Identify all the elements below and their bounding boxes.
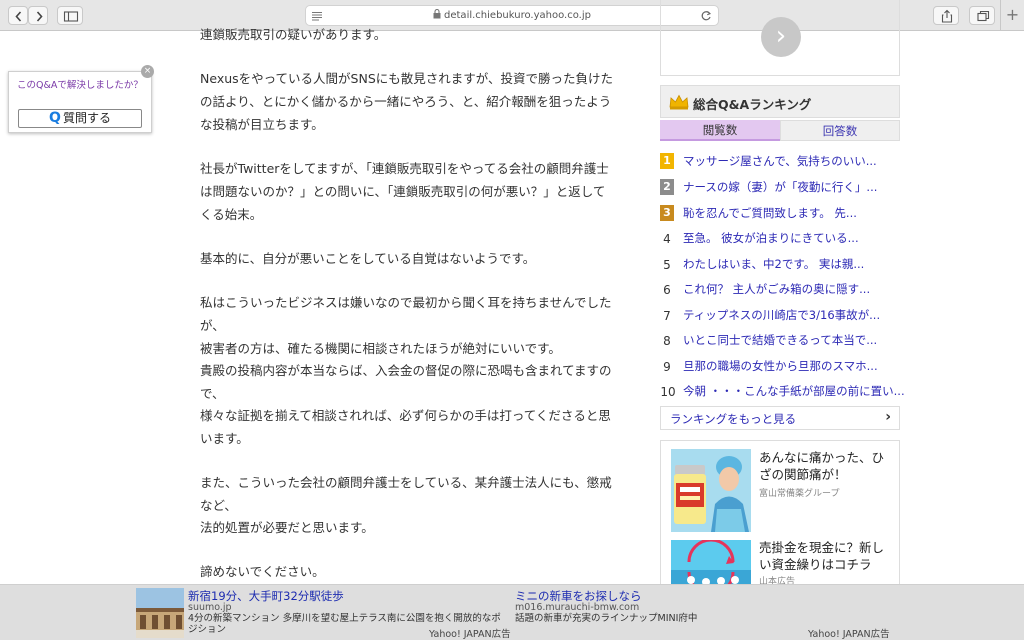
cycle-arrows-illustration <box>671 540 751 585</box>
chevron-right-icon: › <box>775 21 787 51</box>
answer-line: また、こういった会社の顧問弁護士をしている、某弁護士法人にも、懲戒 <box>200 475 612 490</box>
ranking-number: 8 <box>663 334 671 348</box>
answer-line: など、 <box>200 498 237 513</box>
address-bar[interactable]: detail.chiebukuro.yahoo.co.jp <box>305 5 719 26</box>
sidebar-icon <box>63 11 79 22</box>
ranking-item[interactable]: 3 恥を忍んでご質問致します。 先... <box>660 204 900 224</box>
answer-line: 貴殿の投稿内容が本当ならば、入会金の督促の際に恐喝も含まれてますの <box>200 363 612 378</box>
chevron-right-icon <box>36 11 43 22</box>
bottom-ad-credit: Yahoo! JAPAN広告 <box>429 629 511 640</box>
ranking-number: 2 <box>660 179 674 195</box>
answer-line: で、 <box>200 386 225 401</box>
answer-line: な投稿が目立ちます。 <box>200 117 324 132</box>
answer-line: 法的処置が必要だと思います。 <box>200 520 374 535</box>
top-ad-carousel: › <box>660 0 900 76</box>
q-logo-icon: Q <box>49 110 61 126</box>
ranking-number: 10 <box>660 385 676 399</box>
ask-question-button[interactable]: Q 質問する <box>18 109 142 128</box>
bottom-ad-description: 話題の新車が充実のラインナップMINI府中 <box>515 613 698 624</box>
share-icon <box>941 9 953 23</box>
ranking-item[interactable]: 10 今朝 ・・・こんな手紙が部屋の前に置い... <box>660 382 904 402</box>
ranking-link[interactable]: マッサージ屋さんで、気持ちのいい... <box>683 152 877 170</box>
answer-line: 私はこういったビジネスは嫌いなので最初から聞く耳を持ちませんでした <box>200 295 612 310</box>
answer-line: は問題ないのか？」との問いに、「連鎖販売取引の何が悪い？」と返して <box>200 184 606 199</box>
ranking-link[interactable]: これ何？ 主人がごみ箱の奥に隠す... <box>683 280 870 298</box>
apartment-photo <box>136 588 184 638</box>
answer-line: います。 <box>200 431 249 446</box>
ranking-item[interactable]: 6 これ何？ 主人がごみ箱の奥に隠す... <box>660 280 900 300</box>
bottom-ad-domain: suumo.jp <box>188 602 232 613</box>
ranking-item[interactable]: 1 マッサージ屋さんで、気持ちのいい... <box>660 152 900 172</box>
close-icon[interactable]: × <box>141 65 154 78</box>
ranking-number: 7 <box>663 309 671 323</box>
carousel-next-button[interactable]: › <box>761 17 801 57</box>
ranking-number: 4 <box>663 232 671 246</box>
ranking-number: 9 <box>663 360 671 374</box>
answer-line: 被害者の方は、確たる機関に相談されたほうが絶対にいいです。 <box>200 341 561 356</box>
ranking-header: 総合Q&Aランキング <box>660 85 900 118</box>
answer-line: 基本的に、自分が悪いことをしている自覚はないようです。 <box>200 251 536 266</box>
answer-line: 諦めないでください。 <box>200 564 325 579</box>
answer-line: 連鎖販売取引の疑いがあります。 <box>200 27 387 42</box>
ranking-link[interactable]: 今朝 ・・・こんな手紙が部屋の前に置い... <box>683 382 905 400</box>
finance-ad-image[interactable] <box>671 540 751 585</box>
supplement-ad-image[interactable] <box>671 449 751 532</box>
ranking-link[interactable]: わたしはいま、中2です。 実は親... <box>683 255 864 273</box>
ranking-item[interactable]: 7 ティップネスの川崎店で3/16事故が... <box>660 306 900 326</box>
share-button[interactable] <box>933 6 959 25</box>
ranking-item[interactable]: 8 いとこ同士で結婚できるって本当で... <box>660 331 900 351</box>
ranking-item[interactable]: 4 至急。 彼女が泊まりにきている... <box>660 229 900 249</box>
lock-icon <box>433 8 441 19</box>
sidebar-button[interactable] <box>57 6 83 25</box>
ranking-item[interactable]: 2 ナースの嫁（妻）が「夜勤に行く」... <box>660 178 900 198</box>
back-button[interactable] <box>8 6 28 25</box>
side-ad-title[interactable]: 売掛金を現金に？新しい資金繰りはコチラ <box>759 539 894 573</box>
url-row: detail.chiebukuro.yahoo.co.jp <box>306 8 718 21</box>
answer-line: Nexusをやっている人間がSNSにも散見されますが、投資で勝った負けた <box>200 71 613 86</box>
plus-icon: + <box>1005 5 1020 24</box>
crown-icon <box>669 94 689 110</box>
ranking-item[interactable]: 9 旦那の職場の女性から旦那のスマホ... <box>660 357 900 377</box>
side-ad-sponsor: 富山常備薬グループ <box>759 489 840 499</box>
ranking-more-label: ランキングをもっと見る <box>670 412 797 426</box>
apartment-ad-image[interactable] <box>136 588 184 638</box>
side-ad-box: あんなに痛かった、ひざの関節痛が！ 富山常備薬グループ 売掛金を現金に？新しい資… <box>660 440 900 585</box>
answer-line: 様々な証拠を揃えて相談されれば、必ず何らかの手は打ってくださると思 <box>200 408 611 423</box>
ranking-number: 6 <box>663 283 671 297</box>
bottom-ad-credit: Yahoo! JAPAN広告 <box>808 629 890 640</box>
url-text: detail.chiebukuro.yahoo.co.jp <box>444 10 591 21</box>
answer-line: 社長がTwitterをしてますが、「連鎖販売取引をやってる会社の顧問弁護士 <box>200 161 609 176</box>
qa-solved-widget: このQ&Aで解決しましたか？ Q 質問する <box>8 71 152 133</box>
ranking-more-link[interactable]: ランキングをもっと見る › <box>660 406 900 430</box>
chevron-left-icon <box>15 11 22 22</box>
answer-line: の話より、とにかく儲かるから一緒にやろう、と、紹介報酬を狙ったよう <box>200 94 612 109</box>
ranking-title: 総合Q&Aランキング <box>693 97 812 112</box>
qa-solved-question: このQ&Aで解決しましたか？ <box>17 80 143 91</box>
ranking-number: 3 <box>660 205 674 221</box>
forward-button[interactable] <box>28 6 48 25</box>
tab-answers[interactable]: 回答数 <box>780 120 900 141</box>
bottom-ad-bar: 新宿19分、大手町32分駅徒歩 suumo.jp 4分の新築マンション 多摩川を… <box>0 584 1024 640</box>
chevron-right-icon: › <box>885 409 891 425</box>
answer-line: が、 <box>200 318 225 333</box>
ranking-link[interactable]: 至急。 彼女が泊まりにきている... <box>683 229 859 247</box>
answer-line: くる始末。 <box>200 207 263 222</box>
side-ad-title[interactable]: あんなに痛かった、ひざの関節痛が！ <box>759 449 894 483</box>
tab-views[interactable]: 閲覧数 <box>660 120 780 141</box>
ranking-number: 5 <box>663 258 671 272</box>
ranking-link[interactable]: 旦那の職場の女性から旦那のスマホ... <box>683 357 878 375</box>
ranking-link[interactable]: ティップネスの川崎店で3/16事故が... <box>683 306 880 324</box>
supplement-bottle-illustration <box>671 449 751 532</box>
tabs-overview-button[interactable] <box>969 6 995 25</box>
tabs-icon <box>977 10 990 22</box>
bottom-ad-domain: m016.murauchi-bmw.com <box>515 602 640 613</box>
ask-question-label: 質問する <box>62 111 111 125</box>
ranking-link[interactable]: いとこ同士で結婚できるって本当で... <box>683 331 877 349</box>
ranking-number: 1 <box>660 153 674 169</box>
ranking-link[interactable]: 恥を忍んでご質問致します。 先... <box>683 204 857 222</box>
ranking-item[interactable]: 5 わたしはいま、中2です。 実は親... <box>660 255 900 275</box>
new-tab-button[interactable]: + <box>1000 0 1024 31</box>
ranking-link[interactable]: ナースの嫁（妻）が「夜勤に行く」... <box>683 178 877 196</box>
